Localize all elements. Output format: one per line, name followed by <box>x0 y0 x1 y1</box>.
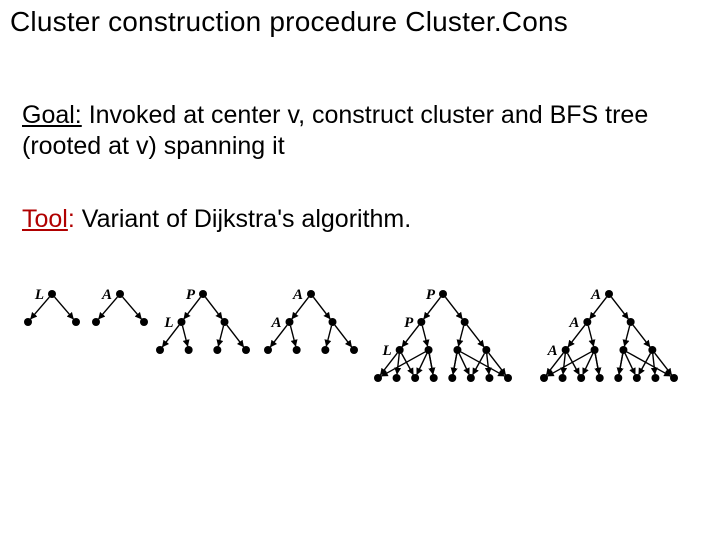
goal-text: Invoked at center v, construct cluster a… <box>22 101 648 160</box>
svg-text:P: P <box>426 287 436 303</box>
svg-text:A: A <box>590 287 601 303</box>
svg-text:L: L <box>34 287 44 303</box>
trees-figure: LAPLAAPPLAAA <box>0 280 720 480</box>
goal-lead: Goal: <box>22 101 82 129</box>
tool-lead: Tool <box>22 205 68 233</box>
page-title: Cluster construction procedure Cluster.C… <box>10 6 710 38</box>
svg-text:A: A <box>270 315 281 331</box>
svg-text:A: A <box>547 343 558 359</box>
svg-text:P: P <box>186 287 196 303</box>
tool-text: Variant of Dijkstra's algorithm. <box>75 205 411 233</box>
svg-text:L: L <box>163 315 173 331</box>
svg-text:P: P <box>404 315 414 331</box>
svg-text:A: A <box>292 287 303 303</box>
svg-text:A: A <box>101 287 112 303</box>
tool-colon: : <box>68 205 75 233</box>
svg-text:A: A <box>568 315 579 331</box>
svg-text:L: L <box>381 343 391 359</box>
goal-line: Goal: Invoked at center v, construct clu… <box>22 100 700 163</box>
tool-line: Tool: Variant of Dijkstra's algorithm. <box>22 205 700 234</box>
